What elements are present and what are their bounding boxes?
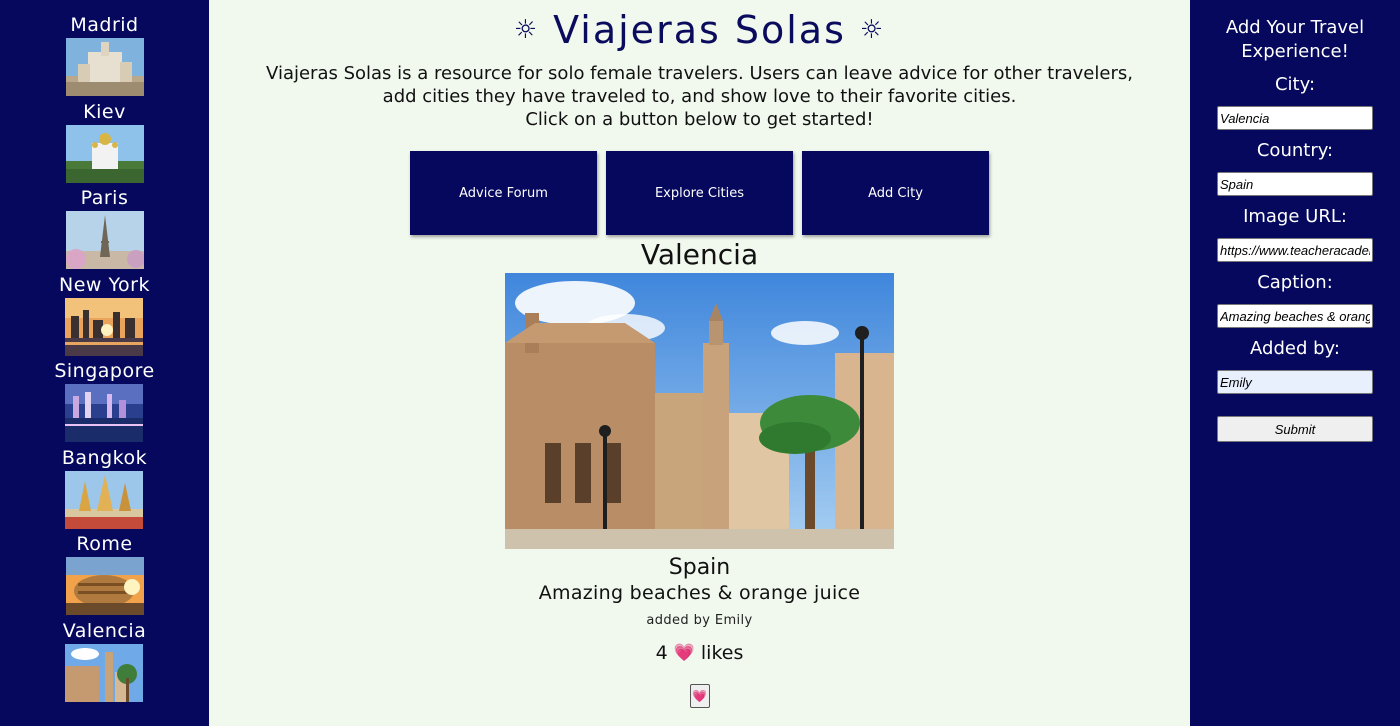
sidebar-city-valencia[interactable]: Valencia: [63, 618, 147, 705]
sidebar-city-label: Paris: [80, 187, 129, 209]
intro-line: Click on a button below to get started!: [525, 109, 874, 130]
likes-number: 4: [655, 642, 668, 664]
intro-text: Viajeras Solas is a resource for solo fe…: [230, 62, 1170, 131]
main-content: ☼ Viajeras Solas ☼ Viajeras Solas is a r…: [209, 0, 1190, 726]
added-by-label: Added by:: [1250, 338, 1340, 359]
valencia-thumbnail[interactable]: [65, 643, 144, 702]
intro-line: add cities they have traveled to, and sh…: [382, 86, 1017, 107]
sidebar-city-label: Singapore: [54, 360, 155, 382]
new-york-thumbnail[interactable]: [65, 297, 144, 356]
sidebar-city-label: Kiev: [83, 100, 126, 123]
country-label: Country:: [1256, 140, 1334, 161]
featured-city-name: Valencia: [640, 238, 759, 271]
sidebar-city-label: Rome: [76, 533, 133, 555]
add-city-button[interactable]: Add City: [802, 151, 989, 235]
advice-forum-button[interactable]: Advice Forum: [410, 151, 597, 235]
added-by-input[interactable]: [1217, 370, 1373, 394]
sidebar-city-singapore[interactable]: Singapore: [54, 358, 154, 445]
featured-added-by: added by Emily: [646, 613, 753, 628]
nav-buttons: Advice Forum Explore Cities Add City: [410, 151, 989, 235]
image-url-input[interactable]: [1217, 238, 1373, 262]
site-title: ☼ Viajeras Solas ☼: [514, 8, 885, 52]
sidebar-city-new-york[interactable]: New York: [59, 272, 150, 359]
featured-city-image: [505, 273, 894, 549]
likes-label: likes: [700, 642, 744, 664]
country-input[interactable]: [1217, 172, 1373, 196]
sidebar-city-label: New York: [58, 273, 150, 296]
add-experience-form: Add Your Travel Experience! City: Countr…: [1190, 0, 1400, 726]
sidebar-city-label: Bangkok: [61, 446, 148, 469]
form-title: Add Your Travel Experience!: [1225, 17, 1365, 62]
sidebar-city-label: Madrid: [70, 14, 139, 36]
sidebar-city-bangkok[interactable]: Bangkok: [62, 445, 147, 532]
city-label: City:: [1274, 74, 1316, 95]
like-button[interactable]: 💗: [689, 684, 710, 708]
sun-icon: ☼: [513, 15, 540, 45]
heart-icon: 💗: [692, 689, 707, 703]
likes-count: 4 💗 likes: [656, 642, 744, 664]
sidebar-city-paris[interactable]: Paris: [65, 185, 144, 272]
featured-city-caption: Amazing beaches & orange juice: [538, 582, 861, 604]
site-title-text: Viajeras Solas: [553, 8, 846, 52]
featured-city-country: Spain: [668, 555, 731, 580]
paris-thumbnail[interactable]: [65, 211, 144, 269]
caption-label: Caption:: [1257, 272, 1333, 293]
image-url-label: Image URL:: [1243, 206, 1347, 227]
sun-icon: ☼: [859, 15, 886, 45]
madrid-thumbnail[interactable]: [65, 38, 144, 96]
kiev-thumbnail[interactable]: [65, 124, 144, 183]
submit-button[interactable]: Submit: [1217, 416, 1373, 442]
city-sidebar: Madrid Kiev Paris New York Singapore Ban…: [0, 0, 209, 726]
sidebar-city-madrid[interactable]: Madrid: [65, 12, 144, 99]
app-root: Madrid Kiev Paris New York Singapore Ban…: [0, 0, 1400, 726]
explore-cities-button[interactable]: Explore Cities: [606, 151, 793, 235]
sidebar-city-kiev[interactable]: Kiev: [65, 99, 144, 186]
intro-line: Viajeras Solas is a resource for solo fe…: [266, 63, 1133, 84]
bangkok-thumbnail[interactable]: [65, 470, 144, 529]
rome-thumbnail[interactable]: [65, 557, 144, 615]
sidebar-city-rome[interactable]: Rome: [65, 531, 144, 618]
caption-input[interactable]: [1217, 304, 1373, 328]
singapore-thumbnail[interactable]: [65, 384, 144, 442]
sidebar-city-label: Valencia: [62, 619, 147, 642]
heart-icon: 💗: [673, 643, 695, 663]
city-input[interactable]: [1217, 106, 1373, 130]
